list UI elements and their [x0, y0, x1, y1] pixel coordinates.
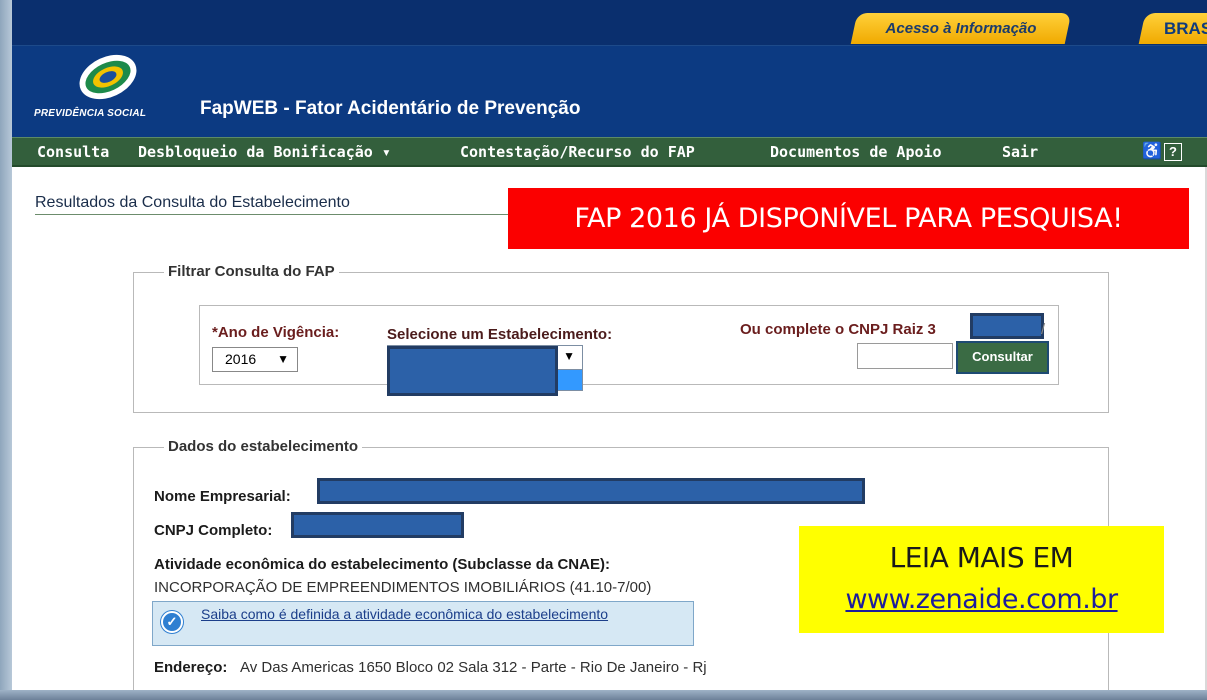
window-left-edge — [0, 0, 12, 700]
cnpj-label: Ou complete o CNPJ Raiz 3 — [740, 321, 936, 338]
nav-consulta[interactable]: Consulta — [37, 138, 109, 166]
page-title: Resultados da Consulta do Estabeleciment… — [35, 194, 350, 211]
year-select[interactable]: 2016 ▼ — [212, 347, 298, 372]
brasil-tab[interactable]: BRASIL — [1138, 13, 1207, 44]
read-more-label: LEIA MAIS EM — [889, 541, 1074, 574]
chevron-down-icon: ▼ — [277, 352, 289, 366]
browser-window: Acesso à Informação BRASIL PREVIDÊNCIA S… — [0, 0, 1207, 700]
app-header: PREVIDÊNCIA SOCIAL FapWEB - Fator Aciden… — [12, 46, 1207, 137]
main-nav: Consulta Desbloqueio da Bonificação ▾ Co… — [12, 137, 1207, 167]
logo-text: PREVIDÊNCIA SOCIAL — [34, 108, 147, 119]
page-title-divider — [35, 214, 525, 215]
redacted-estab — [387, 346, 558, 396]
year-label: *Ano de Vigência: — [212, 324, 340, 341]
brasil-label: BRASIL — [1164, 19, 1207, 38]
cnpj-input[interactable] — [857, 343, 953, 369]
filter-legend: Filtrar Consulta do FAP — [164, 263, 339, 280]
nav-documentos[interactable]: Documentos de Apoio — [770, 138, 942, 166]
nav-contestacao[interactable]: Contestação/Recurso do FAP — [460, 138, 695, 166]
endereco-value: Av Das Americas 1650 Bloco 02 Sala 312 -… — [240, 659, 707, 676]
consultar-button[interactable]: Consultar — [956, 341, 1049, 374]
read-more-box: LEIA MAIS EM www.zenaide.com.br — [799, 526, 1164, 633]
nome-label: Nome Empresarial: — [154, 488, 291, 505]
cnpj-completo-label: CNPJ Completo: — [154, 522, 273, 539]
endereco-label: Endereço: — [154, 659, 228, 676]
atividade-label: Atividade econômica do estabelecimento (… — [154, 556, 610, 573]
check-circle-icon: ✓ — [161, 611, 183, 633]
acesso-informacao-tab[interactable]: Acesso à Informação — [850, 13, 1072, 44]
atividade-value: INCORPORAÇÃO DE EMPREENDIMENTOS IMOBILIÁ… — [154, 579, 652, 596]
promo-banner: FAP 2016 JÁ DISPONÍVEL PARA PESQUISA! — [508, 188, 1189, 249]
promo-banner-text: FAP 2016 JÁ DISPONÍVEL PARA PESQUISA! — [574, 203, 1123, 234]
window-bottom-edge — [0, 690, 1207, 700]
nav-accessibility-tools: ♿ ? — [1142, 143, 1182, 161]
atividade-info-box: ✓ Saiba como é definida a atividade econ… — [152, 601, 694, 646]
filter-form: *Ano de Vigência: 2016 ▼ Selecione um Es… — [199, 305, 1059, 396]
accessibility-icon[interactable]: ♿ — [1142, 143, 1162, 161]
previdencia-logo-icon — [79, 54, 137, 100]
chevron-down-icon: ▼ — [563, 349, 575, 363]
cnpj-suffix: / — [1041, 321, 1046, 338]
atividade-info-link[interactable]: Saiba como é definida a atividade econôm… — [201, 606, 621, 623]
nav-desbloqueio[interactable]: Desbloqueio da Bonificação ▾ — [138, 138, 391, 166]
read-more-link[interactable]: www.zenaide.com.br — [799, 584, 1164, 615]
gov-top-bar: Acesso à Informação BRASIL — [12, 0, 1207, 46]
acesso-informacao-label: Acesso à Informação — [885, 20, 1037, 37]
app-title: FapWEB - Fator Acidentário de Prevenção — [200, 98, 581, 119]
help-icon[interactable]: ? — [1164, 143, 1182, 161]
dados-legend: Dados do estabelecimento — [164, 438, 363, 455]
redacted-cnpj-completo — [291, 512, 464, 538]
nav-sair[interactable]: Sair — [1002, 138, 1038, 166]
main-content: Resultados da Consulta do Estabeleciment… — [12, 167, 1207, 700]
year-select-value: 2016 — [225, 351, 257, 367]
redacted-nome — [317, 478, 865, 504]
estab-label: Selecione um Estabelecimento: — [387, 326, 613, 343]
filter-panel: Filtrar Consulta do FAP *Ano de Vigência… — [133, 263, 1109, 413]
redacted-cnpj — [970, 313, 1044, 339]
